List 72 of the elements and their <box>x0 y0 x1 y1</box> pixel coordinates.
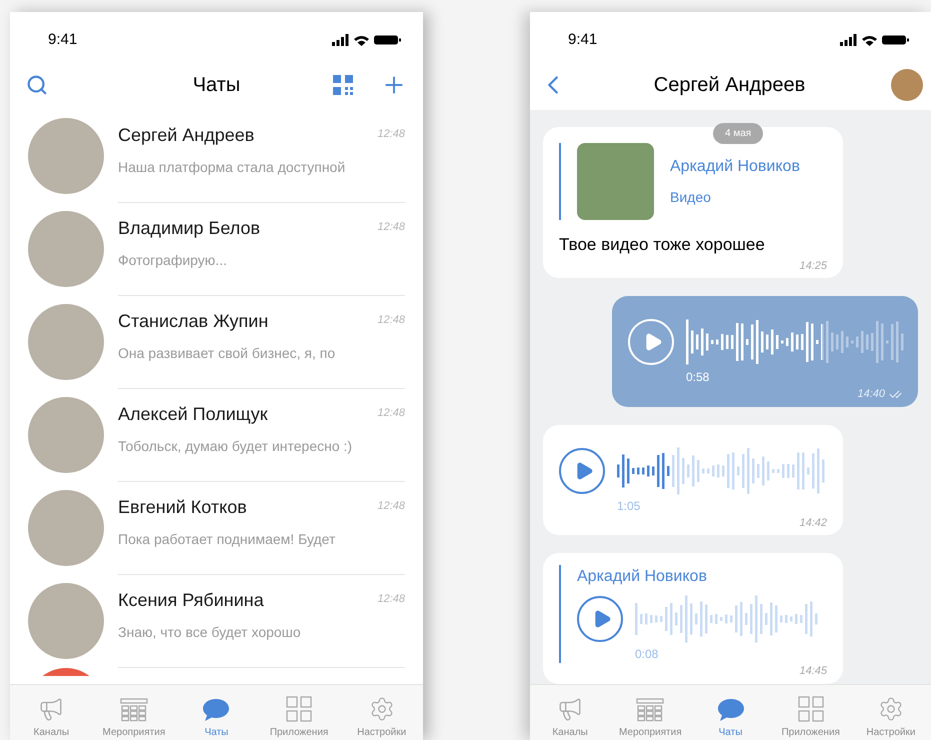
chat-time: 12:48 <box>377 313 405 328</box>
tab[interactable]: Чаты <box>175 685 258 740</box>
chat-item[interactable]: Алексей Полищук Тобольск, думаю будет интересно :) 12:48 <box>10 389 423 482</box>
qr-code-icon[interactable] <box>333 75 353 95</box>
message-preview: Пока работает поднимаем! Будет <box>118 530 336 549</box>
voice-duration: 1:05 <box>617 498 642 514</box>
app-grid-icon <box>286 696 312 722</box>
tab[interactable]: Мероприятия <box>92 685 176 740</box>
message-preview: Тобольск, думаю будет интересно :) <box>118 437 354 456</box>
avatar[interactable] <box>891 69 923 101</box>
tab[interactable]: Чаты <box>690 685 771 740</box>
tab[interactable]: Приложения <box>770 685 851 740</box>
forward-author: Аркадий Новиков <box>577 567 708 587</box>
play-button[interactable] <box>559 448 605 494</box>
read-ticks-icon <box>889 388 902 401</box>
voice-duration: 0:08 <box>635 646 660 663</box>
media-label: Видео <box>670 188 712 207</box>
contact-name: Станислав Жупин <box>118 310 270 333</box>
tab[interactable]: Каналы <box>10 685 93 740</box>
contact-name: Алексей Полищук <box>118 403 269 426</box>
status-time: 9:41 <box>568 30 598 50</box>
wifi-icon <box>862 34 877 46</box>
message-preview: Наша платформа стала доступной <box>118 158 346 177</box>
message-preview: Фотографирую... <box>118 251 228 270</box>
signal-icon <box>332 34 349 46</box>
tab[interactable]: Мероприятия <box>610 685 690 740</box>
voice-duration: 0:58 <box>686 369 710 386</box>
battery-icon <box>374 35 401 45</box>
wifi-icon <box>354 34 369 46</box>
search-icon[interactable] <box>26 74 48 96</box>
chat-item[interactable]: Сергей Андреев Наша платформа стала доступной 12:48 <box>10 110 423 203</box>
contact-name: Евгений Котков <box>118 496 248 519</box>
message-time: 14:40 <box>857 387 885 402</box>
forward-author: Аркадий Новиков <box>670 157 800 177</box>
message-time: 14:25 <box>799 258 827 274</box>
tab[interactable]: Настройки <box>850 685 931 740</box>
calendar-grid-icon <box>636 698 664 722</box>
contact-name: Ксения Рябинина <box>118 589 265 612</box>
message-time: 14:45 <box>799 664 827 679</box>
chat-time: 12:48 <box>377 406 405 421</box>
contact-name: Сергей Андреев <box>118 124 256 147</box>
signal-icon <box>840 34 857 46</box>
chat-item[interactable]: Станислав Жупин Она развивает свой бизнес, я, по 12:48 <box>10 296 423 389</box>
chat-item[interactable]: Владимир Белов Фотографирую... 12:48 <box>10 203 423 296</box>
tab[interactable]: Каналы <box>530 685 610 740</box>
tab[interactable]: Настройки <box>340 685 423 740</box>
message-preview: Она развивает свой бизнес, я, по <box>118 344 336 363</box>
date-badge: 4 мая <box>713 123 764 144</box>
settings-icon <box>368 696 395 722</box>
chat-time: 12:48 <box>377 127 405 142</box>
contact-name: Сергей Андреев <box>652 73 806 98</box>
chat-bubble-icon <box>716 698 744 722</box>
message-text: Твое видео тоже хорошее <box>559 234 766 256</box>
chat-time: 12:48 <box>377 220 405 235</box>
chat-time: 12:48 <box>377 592 405 607</box>
tab[interactable]: Приложения <box>258 685 340 740</box>
contact-name: Владимир Белов <box>118 217 262 240</box>
chat-time: 12:48 <box>377 499 405 514</box>
calendar-grid-icon <box>120 698 148 722</box>
app-grid-icon <box>798 696 824 722</box>
chat-item[interactable]: Евгений Котков Пока работает поднимаем! Будет 12:48 <box>10 482 423 575</box>
megaphone-icon <box>557 696 584 722</box>
message-preview: Знаю, что все будет хорошо <box>118 623 302 642</box>
screen-title: Чаты <box>192 73 242 98</box>
message-time: 14:42 <box>799 516 827 530</box>
chat-bubble-icon <box>202 698 230 722</box>
chat-item[interactable]: Ксения Рябинина Знаю, что все будет хорошо 12:48 <box>10 575 423 668</box>
megaphone-icon <box>38 696 64 722</box>
battery-icon <box>882 35 909 45</box>
settings-icon <box>878 696 904 722</box>
status-time: 9:41 <box>48 30 78 50</box>
play-button[interactable] <box>577 596 623 642</box>
